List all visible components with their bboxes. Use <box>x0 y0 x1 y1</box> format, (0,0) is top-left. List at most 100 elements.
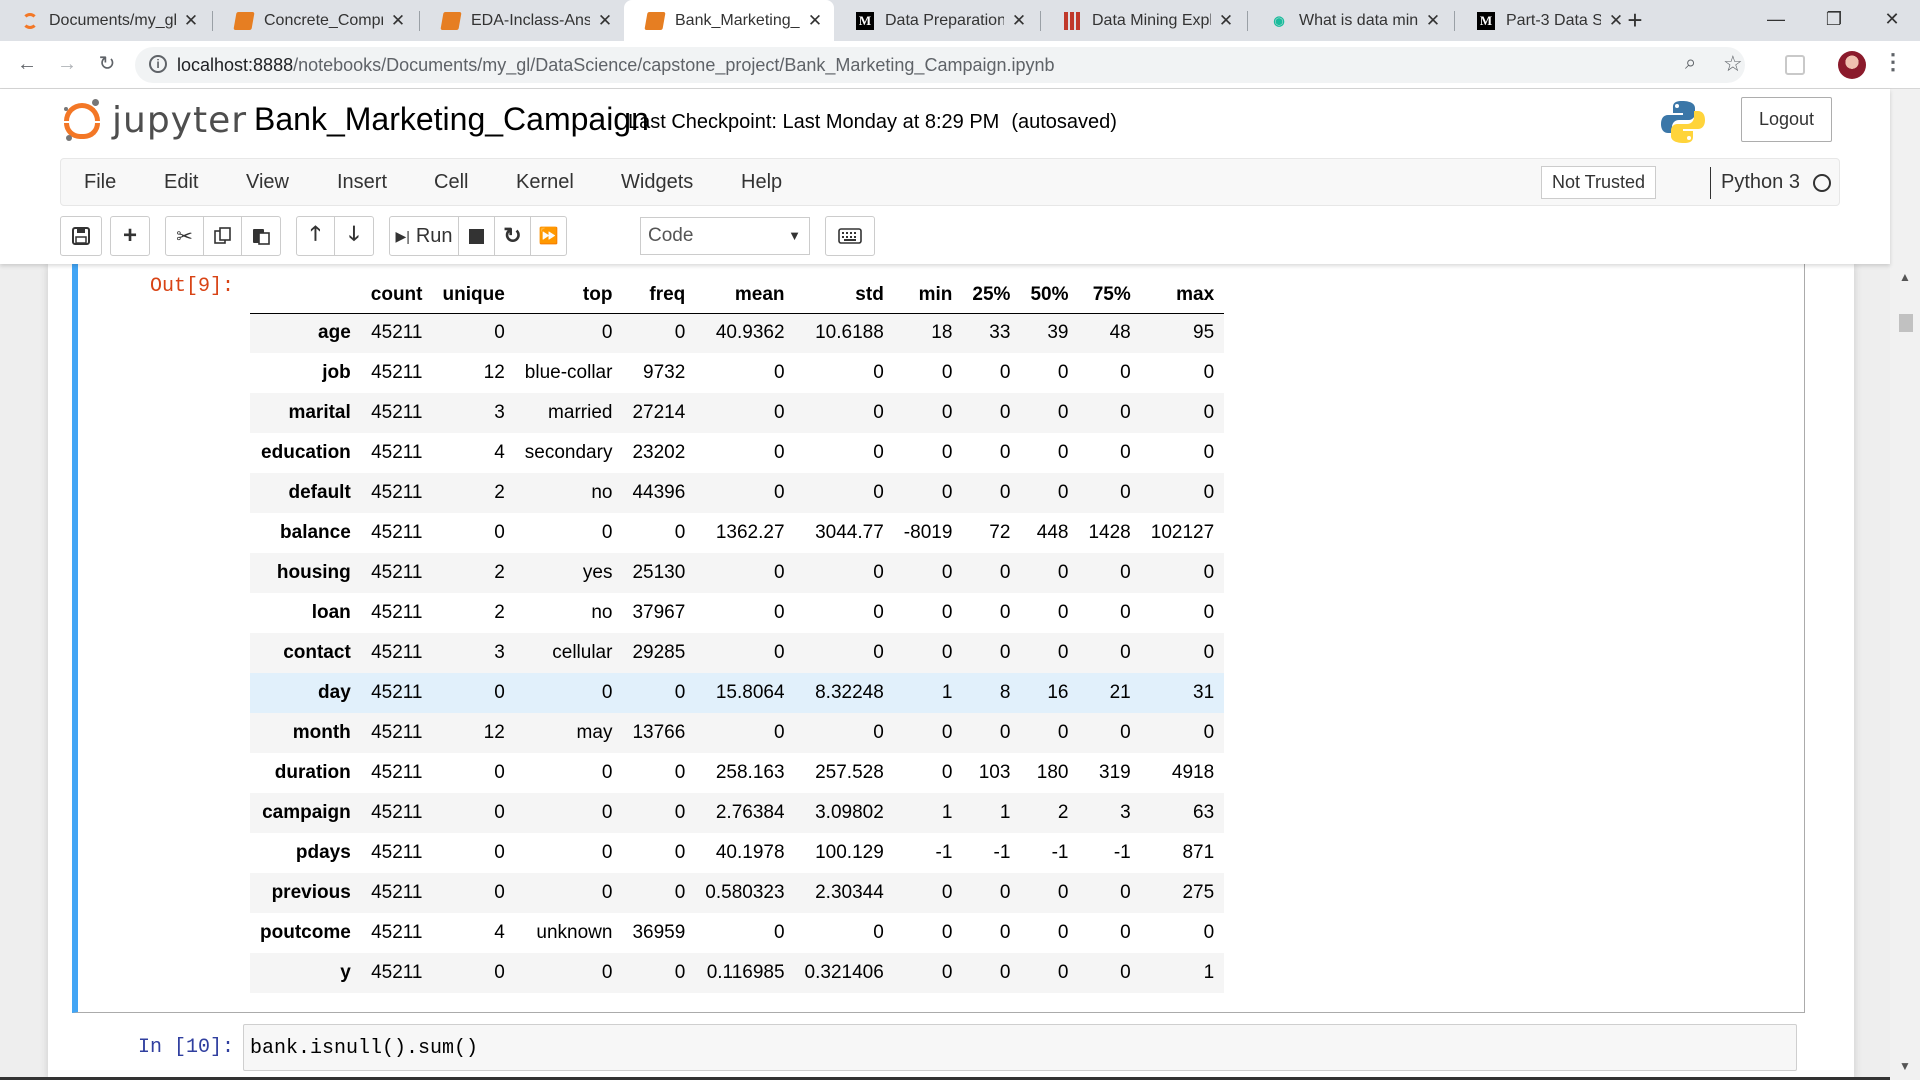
code-editor[interactable]: bank.isnull().sum() <box>243 1024 1797 1071</box>
scrollbar-thumb[interactable] <box>1899 314 1913 332</box>
close-icon[interactable]: ✕ <box>1424 11 1442 31</box>
table-cell: 448 <box>1036 522 1069 543</box>
column-header: freq <box>622 277 696 314</box>
browser-tab[interactable]: M Part-3 Data Scienc ✕ <box>1455 0 1635 41</box>
cut-button[interactable]: ✂ <box>165 216 204 256</box>
jupyter-logo[interactable]: jupyter <box>64 99 247 141</box>
paste-button[interactable] <box>241 216 281 256</box>
menu-widgets[interactable]: Widgets <box>621 171 693 194</box>
table-cell: 103 <box>978 762 1011 783</box>
zoom-icon[interactable]: ⌕ <box>1685 52 1696 75</box>
browser-tab[interactable]: EDA-Inclass-Answ ✕ <box>420 0 624 41</box>
table-row: day 45211 0 0 0 15.8064 8.32248 1 8 16 21 31 <box>250 673 1225 713</box>
table-cell: 45211 <box>371 322 423 344</box>
command-palette-button[interactable] <box>825 216 875 256</box>
row-index: education <box>261 442 351 463</box>
run-button[interactable]: ▶| Run <box>389 216 459 256</box>
save-button[interactable] <box>60 216 102 256</box>
cell-type-select[interactable]: Code ▼ <box>640 217 810 255</box>
table-row: month 45211 12 may 13766 0 0 0 0 0 0 0 <box>250 713 1225 753</box>
table-cell: 39 <box>1047 322 1069 344</box>
extension-icon[interactable] <box>1785 55 1805 75</box>
table-cell: 0 <box>941 882 953 903</box>
interrupt-button[interactable] <box>458 216 495 256</box>
input-prompt: In [10]: <box>137 1036 234 1059</box>
browser-tab-active[interactable]: Bank_Marketing_C ✕ <box>624 0 834 41</box>
avatar[interactable] <box>1838 51 1866 79</box>
browser-tab[interactable]: M Data Preparation - ✕ <box>834 0 1038 41</box>
url-field[interactable]: i localhost:8888/notebooks/Documents/my_… <box>135 47 1745 83</box>
row-index: day <box>318 682 351 703</box>
table-cell: 0 <box>773 722 785 743</box>
table-cell: married <box>548 402 613 423</box>
browser-tab[interactable]: Documents/my_gl/ ✕ <box>0 0 210 41</box>
browser-menu-icon[interactable]: ⋮ <box>1882 49 1904 79</box>
insert-cell-button[interactable]: + <box>110 216 150 256</box>
table-cell: 95 <box>1193 322 1215 344</box>
browser-tab[interactable]: Concrete_Compre ✕ <box>213 0 417 41</box>
row-index: campaign <box>262 802 351 823</box>
table-cell: 0 <box>494 802 505 823</box>
close-icon[interactable]: ✕ <box>806 11 824 31</box>
table-cell: cellular <box>552 642 613 663</box>
keyboard-icon <box>838 228 862 244</box>
copy-button[interactable] <box>203 216 242 256</box>
menu-insert[interactable]: Insert <box>337 171 387 194</box>
logout-button[interactable]: Logout <box>1741 97 1832 142</box>
new-tab-icon[interactable]: + <box>1620 6 1650 36</box>
table-cell: 0 <box>494 882 505 903</box>
close-icon[interactable]: ✕ <box>389 11 407 31</box>
not-trusted-button[interactable]: Not Trusted <box>1541 166 1656 199</box>
table-cell: 33 <box>989 322 1011 344</box>
back-icon[interactable]: ← <box>12 49 42 79</box>
chevron-down-icon: ▼ <box>788 228 801 243</box>
table-cell: 0 <box>941 722 953 743</box>
table-cell: 0 <box>1057 442 1069 463</box>
table-cell: 0 <box>941 402 953 423</box>
move-down-button[interactable]: 🡓 <box>334 216 374 256</box>
menu-kernel[interactable]: Kernel <box>516 171 574 194</box>
window-close-icon[interactable]: ✕ <box>1864 0 1920 41</box>
maximize-icon[interactable]: ❐ <box>1806 0 1862 41</box>
table-cell: 1 <box>941 802 953 823</box>
table-cell: 45211 <box>371 802 423 823</box>
menu-edit[interactable]: Edit <box>164 171 198 194</box>
restart-run-all-button[interactable]: ⏩ <box>530 216 567 256</box>
move-up-button[interactable]: 🡑 <box>296 216 335 256</box>
close-icon[interactable]: ✕ <box>1010 11 1028 31</box>
table-cell: 0 <box>494 522 505 543</box>
browser-tab[interactable]: ◉ What is data minin ✕ <box>1248 0 1452 41</box>
table-cell: 0 <box>1120 722 1131 743</box>
forward-icon[interactable]: → <box>52 49 82 79</box>
menu-file[interactable]: File <box>84 171 116 194</box>
bookmark-star-icon[interactable]: ☆ <box>1723 51 1743 77</box>
close-icon[interactable]: ✕ <box>596 11 614 31</box>
table-cell: may <box>576 722 613 743</box>
table-cell: 0 <box>1120 882 1131 903</box>
scroll-up-icon[interactable]: ▲ <box>1899 270 1911 284</box>
menu-view[interactable]: View <box>246 171 289 194</box>
reload-icon[interactable]: ↻ <box>92 49 122 79</box>
menu-help[interactable]: Help <box>741 171 782 194</box>
kernel-name[interactable]: Python 3 <box>1721 171 1800 194</box>
menu-cell[interactable]: Cell <box>434 171 468 194</box>
column-header: 50% <box>1020 277 1079 314</box>
close-icon[interactable]: ✕ <box>1217 11 1235 31</box>
table-cell: 0 <box>1057 642 1069 663</box>
close-icon[interactable]: ✕ <box>182 11 200 31</box>
table-cell: 0 <box>674 882 686 903</box>
table-cell: 0 <box>999 642 1011 663</box>
scroll-down-icon[interactable]: ▼ <box>1899 1059 1911 1073</box>
browser-tab[interactable]: Data Mining Expla ✕ <box>1041 0 1245 41</box>
info-icon[interactable]: i <box>149 55 167 73</box>
step-forward-icon: ▶| <box>395 227 410 244</box>
table-cell: 0 <box>494 842 505 863</box>
notebook-title[interactable]: Bank_Marketing_Campaign <box>254 101 649 138</box>
table-row: y 45211 0 0 0 0.116985 0.321406 0 0 0 0 1 <box>250 953 1225 993</box>
minimize-icon[interactable]: — <box>1748 0 1804 41</box>
table-cell: 0 <box>773 562 785 583</box>
vertical-scrollbar[interactable]: ▲ ▼ <box>1890 89 1920 1080</box>
restart-button[interactable]: ↻ <box>494 216 531 256</box>
table-cell: 44396 <box>632 482 686 503</box>
table-cell: 0 <box>1120 642 1131 663</box>
